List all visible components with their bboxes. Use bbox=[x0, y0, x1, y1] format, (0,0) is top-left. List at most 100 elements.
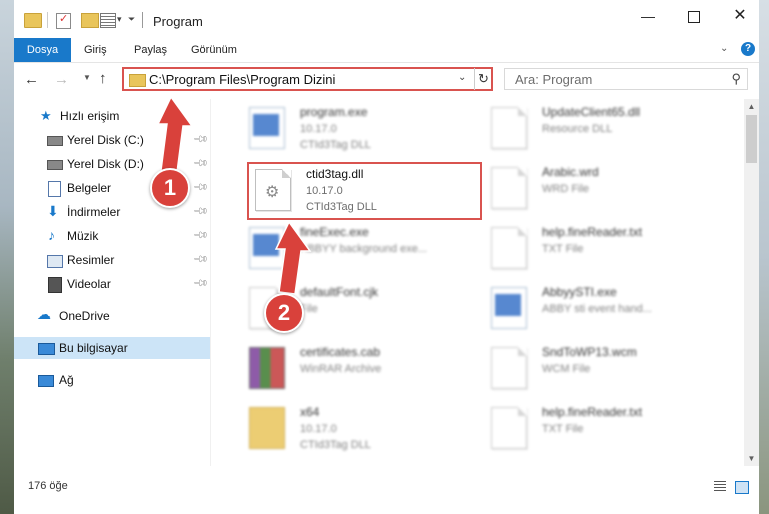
tab-share[interactable]: Paylaş bbox=[134, 38, 167, 62]
step-badge-1: 1 bbox=[150, 168, 190, 208]
dll-file-icon bbox=[491, 107, 527, 149]
file-item[interactable]: help.fineReader.txt TXT File bbox=[486, 401, 726, 457]
tab-file[interactable]: Dosya bbox=[14, 38, 71, 62]
file-item[interactable]: UpdateClient65.dll Resource DLL bbox=[486, 101, 726, 157]
file-item-ctid3tag-dll[interactable]: ⚙ ctid3tag.dll 10.17.0 CTId3Tag DLL bbox=[250, 163, 490, 219]
file-description: TXT File bbox=[542, 243, 584, 255]
sidebar-item-label: Yerel Disk (C:) bbox=[67, 133, 144, 147]
file-list: program.exe 10.17.0 CTId3Tag DLL ⚙ ctid3… bbox=[214, 99, 744, 466]
help-icon[interactable]: ? bbox=[741, 42, 755, 56]
forward-arrow-icon[interactable]: → bbox=[54, 71, 69, 88]
file-name: defaultFont.cjk bbox=[300, 285, 379, 299]
file-item[interactable]: help.fineReader.txt TXT File bbox=[486, 221, 726, 277]
recent-locations-icon[interactable]: ▼ bbox=[83, 73, 91, 82]
file-item[interactable]: Arabic.wrd WRD File bbox=[486, 161, 726, 217]
sidebar-item-label: OneDrive bbox=[59, 309, 110, 323]
close-button[interactable]: ✕ bbox=[717, 0, 763, 32]
pictures-icon bbox=[47, 255, 63, 268]
sidebar-item-label: İndirmeler bbox=[67, 205, 121, 219]
pin-icon[interactable]: 📌︎ bbox=[192, 227, 209, 244]
sidebar-item-music[interactable]: ♪ Müzik 📌︎ bbox=[14, 225, 210, 247]
pin-icon[interactable]: 📌︎ bbox=[192, 251, 209, 268]
details-view-icon[interactable] bbox=[714, 481, 726, 492]
computer-icon bbox=[38, 343, 55, 355]
large-icons-view-icon[interactable] bbox=[735, 481, 749, 494]
file-name: AbbyySTI.exe bbox=[542, 285, 617, 299]
drive-icon bbox=[47, 136, 63, 146]
file-item[interactable]: AbbyySTI.exe ABBY sti event hand... bbox=[486, 281, 726, 337]
navigation-pane: ★ Hızlı erişim Yerel Disk (C:) 📌︎ Yerel … bbox=[14, 99, 210, 466]
navigation-bar: ← → ▼ ↑ C:\Program Files\Program Dizini … bbox=[14, 63, 759, 97]
file-item[interactable]: fineExec.exe ABBYY background exe... bbox=[244, 221, 484, 277]
documents-icon bbox=[48, 181, 61, 197]
sidebar-item-disk-c[interactable]: Yerel Disk (C:) 📌︎ bbox=[14, 129, 210, 151]
dll-file-icon: ⚙ bbox=[255, 169, 291, 211]
sidebar-item-videos[interactable]: Videolar 📌︎ bbox=[14, 273, 210, 295]
pin-icon[interactable]: 📌︎ bbox=[192, 155, 209, 172]
cloud-icon: ☁ bbox=[37, 306, 51, 322]
explorer-window: ▾ ⏷ Program — ✕ Dosya Giriş Paylaş Görün… bbox=[0, 0, 769, 514]
file-description: TXT File bbox=[542, 423, 584, 435]
maximize-button[interactable] bbox=[671, 0, 717, 32]
search-icon[interactable]: ⚲ bbox=[731, 71, 741, 87]
pin-icon[interactable]: 📌︎ bbox=[192, 179, 209, 196]
sidebar-item-quick-access[interactable]: ★ Hızlı erişim bbox=[14, 105, 210, 127]
file-version: 10.17.0 bbox=[300, 423, 337, 435]
sidebar-item-this-pc[interactable]: Bu bilgisayar bbox=[14, 337, 210, 359]
address-bar[interactable]: C:\Program Files\Program Dizini ⌄ ↻ bbox=[122, 67, 493, 91]
file-name: ctid3tag.dll bbox=[306, 167, 364, 181]
sidebar-item-onedrive[interactable]: ☁ OneDrive bbox=[14, 305, 210, 327]
new-folder-icon[interactable] bbox=[81, 13, 99, 28]
minimize-button[interactable]: — bbox=[625, 0, 671, 32]
file-icon bbox=[491, 167, 527, 209]
exe-file-icon bbox=[249, 107, 285, 149]
sidebar-item-label: Resimler bbox=[67, 253, 115, 267]
explorer-frame: ▾ ⏷ Program — ✕ Dosya Giriş Paylaş Görün… bbox=[14, 0, 759, 514]
scroll-down-icon[interactable]: ▼ bbox=[744, 451, 759, 466]
text-file-icon bbox=[491, 227, 527, 269]
desktop-wallpaper-left bbox=[0, 0, 14, 514]
file-item[interactable]: program.exe 10.17.0 CTId3Tag DLL bbox=[244, 101, 484, 157]
scrollbar-thumb[interactable] bbox=[746, 115, 757, 163]
chevron-down-icon[interactable]: ⌄ bbox=[458, 72, 466, 83]
search-box[interactable]: Ara: Program ⚲ bbox=[504, 68, 748, 90]
file-description: WCM File bbox=[542, 363, 591, 375]
expand-ribbon-icon[interactable]: ⌄ bbox=[720, 43, 728, 54]
file-name: help.fineReader.txt bbox=[542, 405, 643, 419]
refresh-icon[interactable]: ↻ bbox=[474, 68, 492, 90]
sidebar-item-pictures[interactable]: Resimler 📌︎ bbox=[14, 249, 210, 271]
properties-icon[interactable] bbox=[56, 12, 71, 29]
folder-icon[interactable] bbox=[24, 13, 42, 28]
chevron-down-icon[interactable]: ▾ bbox=[117, 14, 122, 25]
file-name: help.fineReader.txt bbox=[542, 225, 643, 239]
file-description: CTId3Tag DLL bbox=[306, 201, 377, 213]
pin-icon[interactable]: 📌︎ bbox=[192, 275, 209, 292]
back-arrow-icon[interactable]: ← bbox=[24, 71, 39, 88]
sidebar-item-label: Müzik bbox=[67, 229, 99, 243]
file-description: CTId3Tag DLL bbox=[300, 439, 371, 451]
vertical-scrollbar[interactable]: ▲ ▼ bbox=[744, 99, 759, 466]
file-name: certificates.cab bbox=[300, 345, 381, 359]
file-item[interactable]: certificates.cab WinRAR Archive bbox=[244, 341, 484, 397]
search-input[interactable]: Ara: Program bbox=[515, 72, 592, 87]
sidebar-item-label: Belgeler bbox=[67, 181, 112, 195]
customize-toolbar-icon[interactable]: ⏷ bbox=[128, 14, 135, 25]
pin-icon[interactable]: 📌︎ bbox=[192, 131, 209, 148]
title-divider bbox=[142, 12, 143, 28]
file-description: CTId3Tag DLL bbox=[300, 139, 371, 151]
item-count: 176 öğe bbox=[28, 480, 68, 492]
scroll-up-icon[interactable]: ▲ bbox=[744, 99, 759, 114]
tab-home[interactable]: Giriş bbox=[84, 38, 107, 62]
sidebar-item-network[interactable]: Ağ bbox=[14, 369, 210, 391]
window-title: Program bbox=[153, 14, 203, 29]
file-item[interactable]: x64 10.17.0 CTId3Tag DLL bbox=[244, 401, 484, 457]
pin-icon[interactable]: 📌︎ bbox=[192, 203, 209, 220]
tab-view[interactable]: Görünüm bbox=[191, 38, 237, 62]
pane-splitter[interactable] bbox=[210, 99, 211, 466]
up-arrow-icon[interactable]: ↑ bbox=[99, 70, 107, 87]
network-icon bbox=[38, 375, 54, 387]
status-bar: 176 öğe bbox=[14, 475, 759, 499]
file-item[interactable]: SndToWP13.wcm WCM File bbox=[486, 341, 726, 397]
view-icon[interactable] bbox=[100, 13, 116, 28]
address-path[interactable]: C:\Program Files\Program Dizini bbox=[149, 72, 335, 87]
